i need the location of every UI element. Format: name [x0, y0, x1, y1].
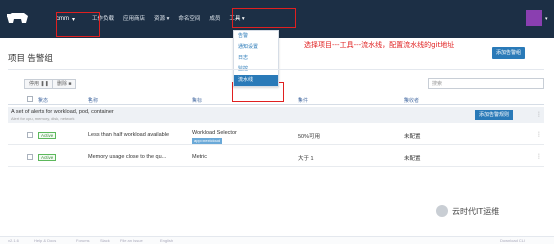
add-alert-rule-button[interactable]: 添加告警规则	[475, 110, 514, 120]
user-avatar[interactable]	[526, 10, 542, 26]
nav-item-members[interactable]: 成员	[209, 14, 220, 22]
more-actions-icon[interactable]: ⋮	[536, 111, 542, 118]
menu-item-logging[interactable]: 日志	[234, 53, 278, 64]
table-row: Active Less than half workload available…	[8, 127, 544, 145]
more-actions-icon[interactable]: ⋮	[536, 131, 542, 138]
footer-link-help[interactable]: Help & Docs	[34, 238, 56, 243]
menu-item-notifiers[interactable]: 通知设置	[234, 42, 278, 53]
tools-dropdown-menu: 告警 通知设置 日志 监控 流水线	[233, 30, 279, 87]
footer-link-slack[interactable]: Slack	[100, 238, 110, 243]
menu-item-pipeline[interactable]: 流水线	[234, 75, 278, 86]
alert-name: Memory usage close to the qu...	[88, 154, 167, 160]
footer: v2.1.6 Help & Docs Forums Slack File an …	[0, 236, 554, 244]
sort-icon: ⇅	[88, 97, 93, 103]
footer-language[interactable]: English	[160, 238, 173, 243]
annotation-box-tools	[232, 8, 296, 28]
group-subtitle: Alert for cpu, memory, disk, network	[11, 116, 75, 121]
select-all-checkbox[interactable]	[27, 96, 33, 102]
nav-item-catalog[interactable]: 应用商店	[123, 14, 145, 22]
footer-version: v2.1.6	[8, 238, 19, 243]
watermark-text: 云时代IT运维	[452, 206, 500, 216]
disable-button[interactable]: 停用 ❚❚	[24, 79, 54, 89]
footer-link-forums[interactable]: Forums	[76, 238, 90, 243]
target-tag: app=nextcloud	[192, 138, 223, 144]
group-description: A set of alerts for workload, pod, conta…	[11, 109, 114, 115]
sort-icon: ⇅	[298, 97, 303, 103]
annotation-text: 选择项目---工具---流水线，配置流水线的git地址	[304, 41, 455, 49]
sort-icon: ⇅	[404, 97, 409, 103]
annotation-box-project	[56, 12, 100, 37]
main-nav: 工作负载 应用商店 资源 ▾ 命名空间 成员 工具 ▾	[92, 14, 245, 22]
wechat-icon	[436, 205, 448, 217]
chevron-down-icon: ▾	[166, 16, 170, 22]
table-row: Active Memory usage close to the qu... M…	[8, 149, 544, 167]
table-header: 状态 ⇅ 名称 ⇅ 目标 ⇅ 条件 ⇅ 接收者 ⇅	[8, 95, 544, 105]
status-badge: Active	[38, 154, 57, 161]
row-checkbox[interactable]	[27, 132, 33, 138]
status-badge: Active	[38, 132, 57, 139]
alert-condition: 大于 1	[298, 156, 314, 162]
footer-download-cli[interactable]: Download CLI	[500, 238, 525, 243]
search-input[interactable]: 搜索	[428, 78, 544, 89]
delete-button[interactable]: 删除 ■	[52, 79, 77, 89]
page-title: 项目 告警组	[8, 53, 53, 63]
rancher-logo-icon[interactable]	[4, 10, 30, 28]
alert-target: Metric	[192, 154, 207, 160]
nav-item-namespaces[interactable]: 命名空间	[178, 14, 200, 22]
row-checkbox[interactable]	[27, 154, 33, 160]
add-alert-group-button[interactable]: 添加告警组	[492, 47, 526, 59]
alert-target: Workload Selector	[192, 130, 237, 136]
nav-item-resources[interactable]: 资源 ▾	[154, 14, 169, 22]
divider	[8, 69, 544, 70]
alert-group-row: A set of alerts for workload, pod, conta…	[8, 107, 544, 123]
sort-icon: ⇅	[192, 97, 197, 103]
footer-link-issue[interactable]: File an Issue	[120, 238, 143, 243]
pause-icon: ❚❚	[40, 81, 49, 87]
sort-icon: ⇅	[38, 97, 43, 103]
trash-icon: ■	[68, 81, 72, 87]
watermark: 云时代IT运维	[436, 205, 499, 217]
more-actions-icon[interactable]: ⋮	[536, 153, 542, 160]
alert-condition: 50%可用	[298, 134, 321, 140]
menu-item-alerts[interactable]: 告警	[234, 31, 278, 42]
alert-recipients: 未配置	[404, 134, 421, 140]
chevron-down-icon[interactable]: ▾	[545, 16, 548, 22]
alert-recipients: 未配置	[404, 156, 421, 162]
alert-name: Less than half workload available	[88, 132, 170, 138]
